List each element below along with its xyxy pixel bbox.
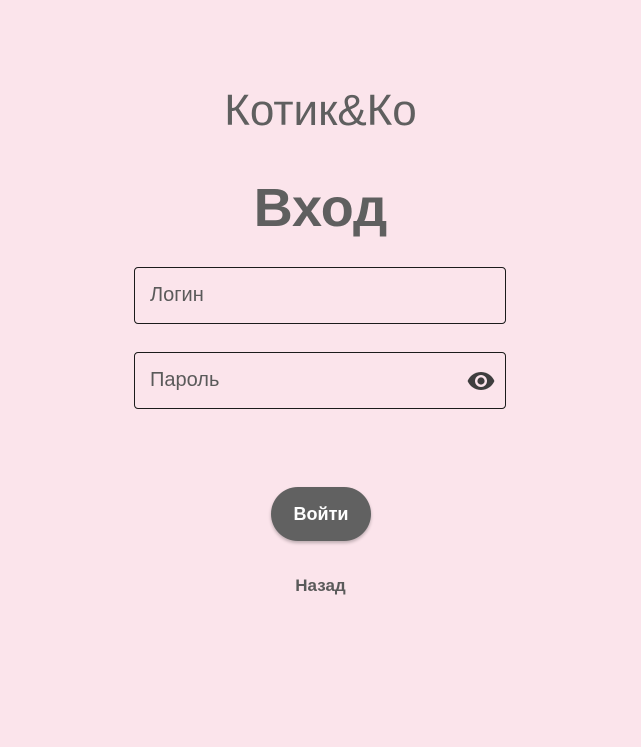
password-input[interactable] — [135, 353, 505, 408]
app-title: Котик&Ко — [224, 86, 417, 135]
login-input[interactable] — [135, 268, 505, 323]
page-title: Вход — [253, 178, 388, 238]
eye-icon[interactable] — [467, 367, 495, 395]
login-screen: Котик&Ко Вход Войти Назад — [0, 0, 641, 747]
login-field — [134, 267, 506, 324]
login-button[interactable]: Войти — [271, 487, 371, 541]
eye-icon-graphic — [467, 372, 495, 390]
password-field — [134, 352, 506, 409]
back-link[interactable]: Назад — [0, 576, 641, 596]
